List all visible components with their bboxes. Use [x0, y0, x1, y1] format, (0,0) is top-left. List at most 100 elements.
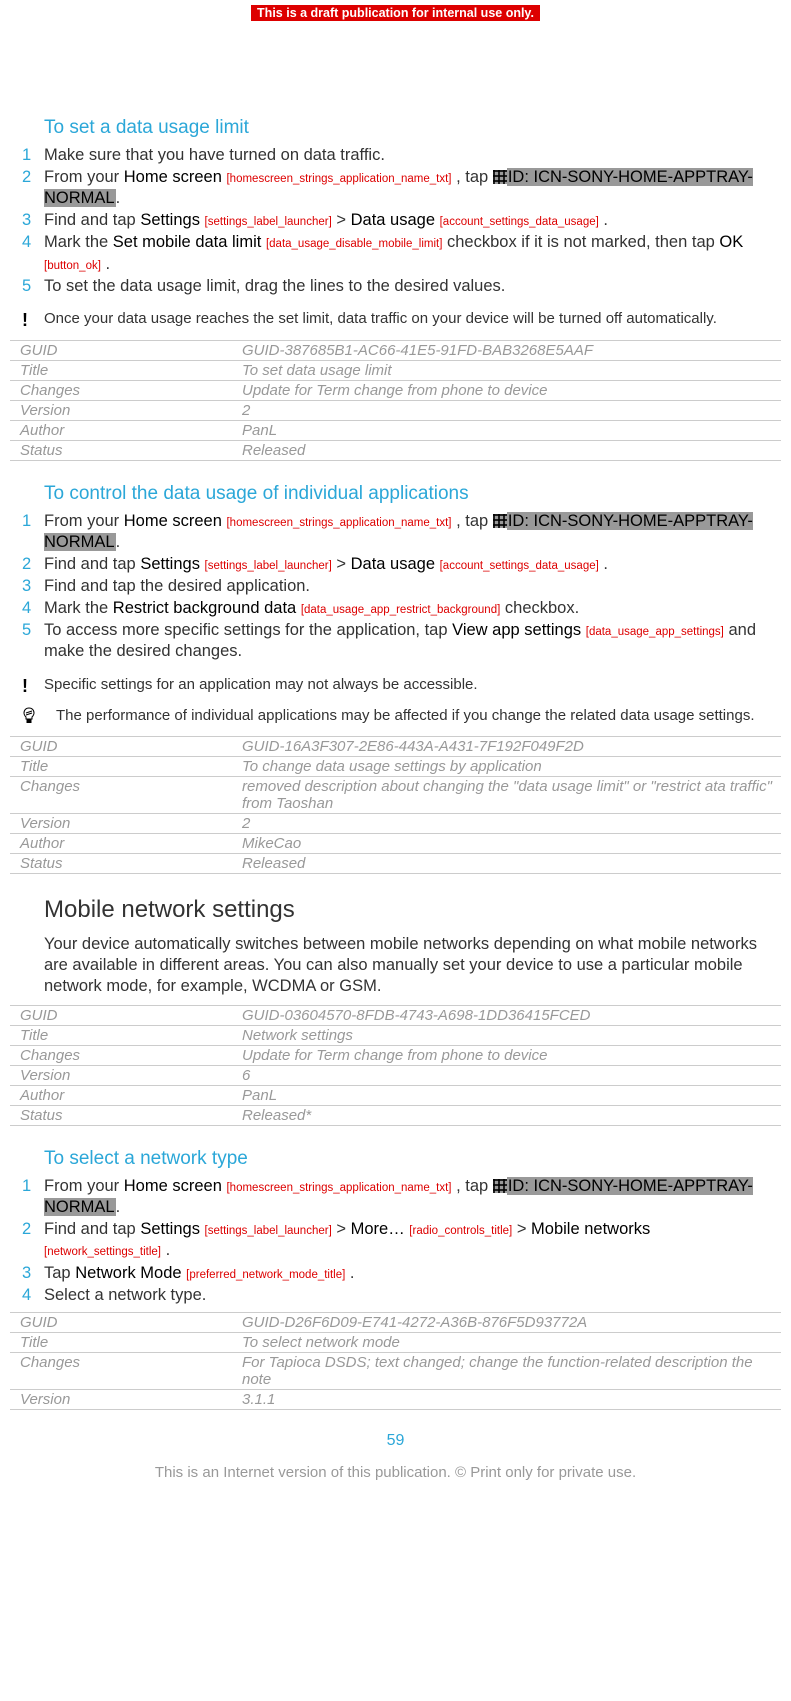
string-ref: [settings_label_launcher] [205, 560, 332, 572]
meta-row: Version2 [10, 400, 781, 420]
string-ref: [data_usage_app_restrict_background] [301, 604, 500, 616]
meta-key: Title [20, 1027, 242, 1044]
step: 4Select a network type. [22, 1285, 769, 1306]
meta-row: GUIDGUID-387685B1-AC66-41E5-91FD-BAB3268… [10, 340, 781, 360]
app-tray-icon [493, 170, 507, 184]
meta-row: GUIDGUID-03604570-8FDB-4743-A698-1DD3641… [10, 1005, 781, 1025]
ui-term: Data usage [351, 211, 435, 229]
ui-term: Home screen [124, 168, 222, 186]
string-ref: [homescreen_strings_application_name_txt… [226, 1182, 451, 1194]
step: 5To access more specific settings for th… [22, 620, 769, 662]
sec4-meta: GUIDGUID-D26F6D09-E741-4272-A36B-876F5D9… [10, 1312, 781, 1410]
string-ref: [data_usage_app_settings] [586, 626, 724, 638]
step-number: 1 [22, 1176, 44, 1197]
meta-value: GUID-387685B1-AC66-41E5-91FD-BAB3268E5AA… [242, 342, 781, 359]
step-number: 2 [22, 1219, 44, 1240]
meta-value: 3.1.1 [242, 1391, 781, 1408]
sec1-steps: 1Make sure that you have turned on data … [10, 145, 781, 297]
string-ref: [radio_controls_title] [409, 1225, 512, 1237]
step-text: Find and tap Settings [settings_label_la… [44, 1219, 769, 1261]
meta-row: StatusReleased* [10, 1105, 781, 1126]
ui-term: Home screen [124, 512, 222, 530]
meta-row: TitleNetwork settings [10, 1025, 781, 1045]
meta-value: To select network mode [242, 1334, 781, 1351]
app-tray-icon [493, 1179, 507, 1193]
sec2-title: To control the data usage of individual … [44, 483, 781, 505]
string-ref: [data_usage_disable_mobile_limit] [266, 238, 442, 250]
step-number: 1 [22, 511, 44, 532]
step: 4Mark the Restrict background data [data… [22, 598, 769, 619]
sec2-tip: The performance of individual applicatio… [22, 706, 769, 728]
meta-key: Changes [20, 1354, 242, 1388]
meta-value: Network settings [242, 1027, 781, 1044]
string-ref: [homescreen_strings_application_name_txt… [226, 173, 451, 185]
meta-key: Status [20, 855, 242, 872]
step-number: 3 [22, 1263, 44, 1284]
ui-term: Restrict background data [113, 599, 296, 617]
step-text: Find and tap the desired application. [44, 576, 769, 597]
step: 1From your Home screen [homescreen_strin… [22, 1176, 769, 1218]
step-text: To access more specific settings for the… [44, 620, 769, 662]
step-number: 5 [22, 276, 44, 297]
step-text: To set the data usage limit, drag the li… [44, 276, 769, 297]
meta-key: Changes [20, 382, 242, 399]
meta-row: TitleTo select network mode [10, 1332, 781, 1352]
step: 3Find and tap Settings [settings_label_l… [22, 210, 769, 231]
step-number: 5 [22, 620, 44, 641]
meta-key: Version [20, 402, 242, 419]
meta-row: Version6 [10, 1065, 781, 1085]
step: 3Tap Network Mode [preferred_network_mod… [22, 1263, 769, 1284]
step-text: From your Home screen [homescreen_string… [44, 511, 769, 553]
meta-value: 2 [242, 815, 781, 832]
meta-key: Author [20, 835, 242, 852]
step: 1Make sure that you have turned on data … [22, 145, 769, 166]
meta-value: Released* [242, 1107, 781, 1124]
step: 2From your Home screen [homescreen_strin… [22, 167, 769, 209]
step-number: 1 [22, 145, 44, 166]
ui-term: Settings [140, 555, 200, 573]
meta-row: AuthorPanL [10, 1085, 781, 1105]
step-number: 3 [22, 576, 44, 597]
step-text: Make sure that you have turned on data t… [44, 145, 769, 166]
meta-row: ChangesUpdate for Term change from phone… [10, 380, 781, 400]
step-number: 2 [22, 554, 44, 575]
meta-key: GUID [20, 1314, 242, 1331]
page-number: 59 [10, 1432, 781, 1450]
string-ref: [account_settings_data_usage] [440, 216, 599, 228]
string-ref: [preferred_network_mode_title] [186, 1269, 345, 1281]
meta-row: GUIDGUID-16A3F307-2E86-443A-A431-7F192F0… [10, 736, 781, 756]
step-text: Tap Network Mode [preferred_network_mode… [44, 1263, 769, 1284]
step: 3Find and tap the desired application. [22, 576, 769, 597]
meta-key: GUID [20, 342, 242, 359]
meta-value: For Tapioca DSDS; text changed; change t… [242, 1354, 781, 1388]
ui-term: Data usage [351, 555, 435, 573]
step-text: Select a network type. [44, 1285, 769, 1306]
meta-key: Status [20, 1107, 242, 1124]
sec2-meta: GUIDGUID-16A3F307-2E86-443A-A431-7F192F0… [10, 736, 781, 874]
step-number: 2 [22, 167, 44, 188]
meta-value: Released [242, 442, 781, 459]
step: 5To set the data usage limit, drag the l… [22, 276, 769, 297]
step: 4Mark the Set mobile data limit [data_us… [22, 232, 769, 274]
step: 2Find and tap Settings [settings_label_l… [22, 554, 769, 575]
sec3-heading: Mobile network settings [44, 896, 781, 924]
meta-value: To set data usage limit [242, 362, 781, 379]
meta-value: GUID-D26F6D09-E741-4272-A36B-876F5D93772… [242, 1314, 781, 1331]
meta-key: Version [20, 815, 242, 832]
sec3-para: Your device automatically switches betwe… [44, 934, 769, 997]
app-tray-icon [493, 514, 507, 528]
meta-row: Changesremoved description about changin… [10, 776, 781, 813]
meta-value: PanL [242, 1087, 781, 1104]
meta-row: AuthorMikeCao [10, 833, 781, 853]
sec1-title: To set a data usage limit [44, 117, 781, 139]
meta-value: Update for Term change from phone to dev… [242, 1047, 781, 1064]
meta-value: To change data usage settings by applica… [242, 758, 781, 775]
meta-row: Version3.1.1 [10, 1389, 781, 1410]
ui-term: View app settings [452, 621, 581, 639]
string-ref: [network_settings_title] [44, 1246, 161, 1258]
ui-term: Settings [140, 211, 200, 229]
lightbulb-icon [22, 706, 56, 728]
step-text: From your Home screen [homescreen_string… [44, 1176, 769, 1218]
meta-key: Author [20, 422, 242, 439]
sec2-note: ! Specific settings for an application m… [22, 675, 769, 698]
